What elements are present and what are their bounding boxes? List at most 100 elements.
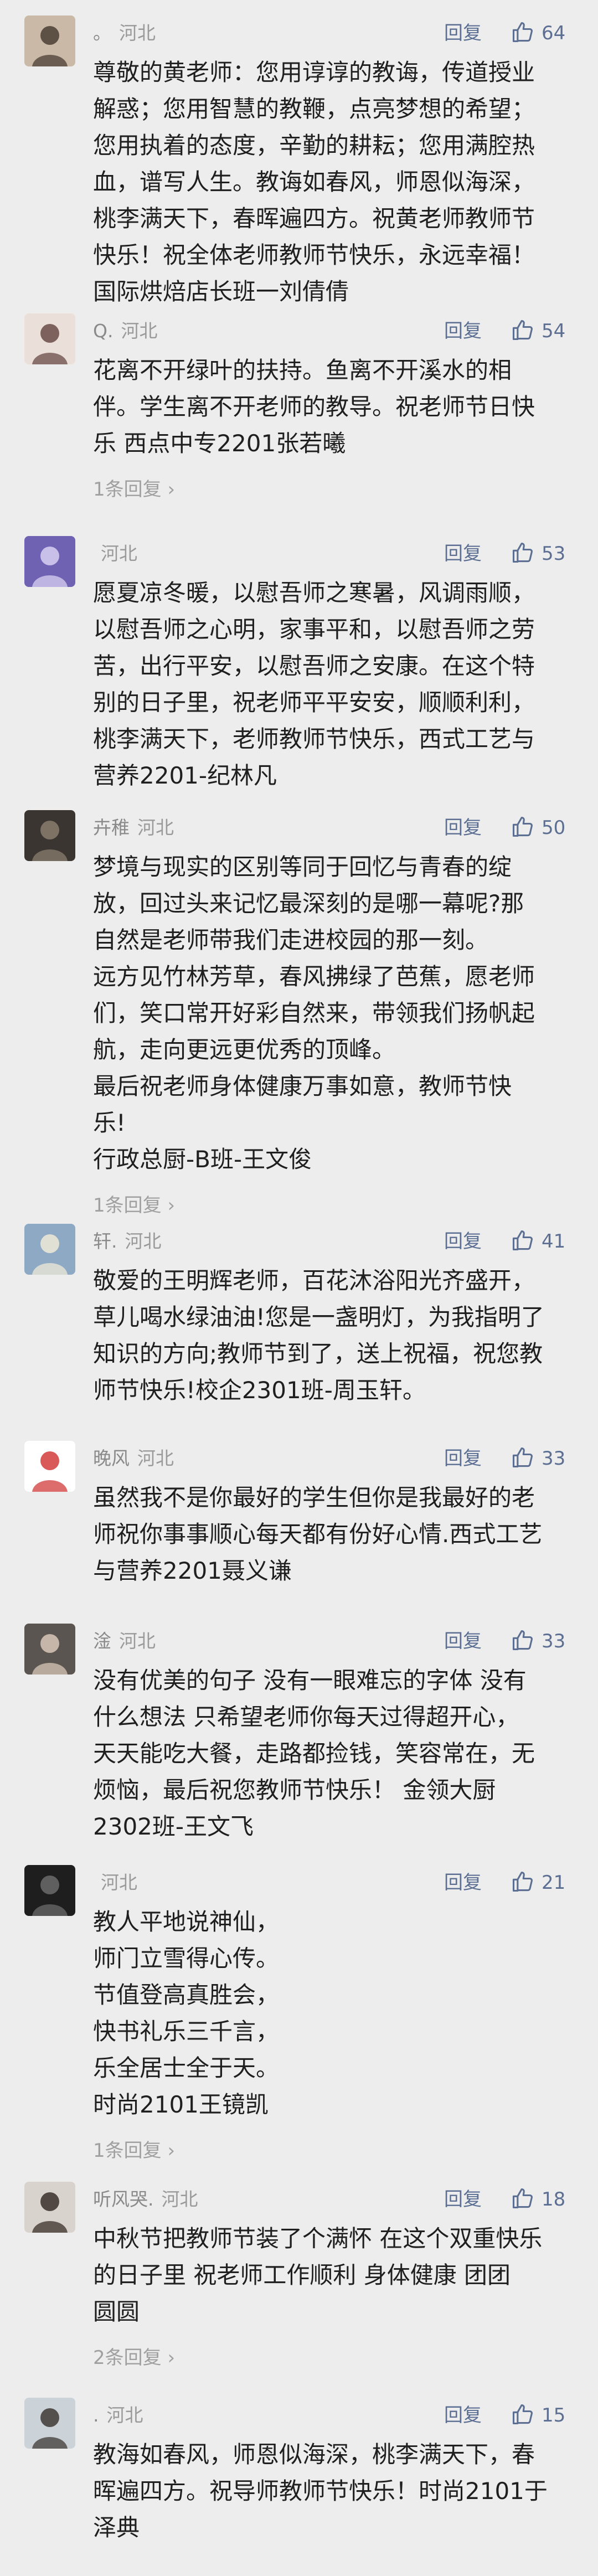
reply-button[interactable]: 回复 [444,315,482,348]
sub-replies-link[interactable]: 2条回复 › [93,2342,175,2369]
like-button[interactable]: 53 [511,536,565,571]
username[interactable]: 淦 [93,1630,111,1652]
like-count: 53 [542,543,566,565]
reply-button[interactable]: 回复 [444,17,482,50]
thumbs-up-icon [511,540,542,567]
reply-button[interactable]: 回复 [444,2399,482,2432]
like-button[interactable]: 64 [511,16,565,51]
comment-line: 梦境与现实的区别等同于回忆与青春的绽 [93,853,512,880]
like-button[interactable]: 50 [511,810,565,846]
comment-meta: 。河北 [93,17,156,50]
reply-button[interactable]: 回复 [444,1442,482,1475]
comment-line: 的日子里 祝老师工作顺利 身体健康 团团 [93,2261,511,2289]
comment-line: 师门立雪得心传。 [93,1945,280,1972]
comment-line: 您用执着的态度，辛勤的耕耘；您用满腔热 [93,132,535,159]
reply-button[interactable]: 回复 [444,811,482,844]
comment-line: 血，谱写人生。教诲如春风，师恩似海深， [93,168,535,195]
comment-line: 时尚2101王镜凯 [93,2091,269,2118]
like-button[interactable]: 33 [511,1624,565,1659]
comment-line: 桃李满天下，老师教师节快乐，西式工艺与 [93,725,535,753]
avatar[interactable] [24,810,75,861]
comment-line: 什么想法 只希望老师你每天过得超开心， [93,1703,519,1730]
sub-replies-link[interactable]: 1条回复 › [93,1190,175,1217]
comment-line: 尊敬的黄老师：您用谆谆的教诲，传道授业 [93,59,535,86]
comment-text: 花离不开绿叶的扶持。鱼离不开溪水的相 伴。学生离不开老师的教导。祝老师节日快乐 西… [93,352,580,462]
comment-line: 虽然我不是你最好的学生但你是我最好的老 [93,1484,535,1511]
comment-line: 晖遍四方。祝导师教师节快乐！时尚2101于 [93,2477,548,2505]
like-button[interactable]: 54 [511,313,565,349]
like-button[interactable]: 21 [511,1865,565,1900]
avatar[interactable] [24,1865,75,1916]
avatar[interactable] [24,536,75,587]
comment-line: 师祝你事事顺心每天都有份好心情.西式工艺 [93,1521,543,1548]
comment-line: 解惑；您用智慧的教鞭，点亮梦想的希望； [93,95,535,122]
comment-line: 天天能吃大餐，走路都捡钱，笑容常在，无 [93,1740,535,1767]
avatar[interactable] [24,16,75,66]
comment-line: 远方见竹林芳草，春风拂绿了芭蕉，愿老师 [93,963,535,990]
comment-meta: 轩. 河北 [93,1225,162,1258]
like-count: 18 [542,2188,566,2211]
comment-line: 敬爱的王明辉老师，百花沐浴阳光齐盛开， [93,1267,535,1294]
comment-line: 中秋节把教师节装了个满怀 在这个双重快乐 [93,2225,543,2252]
reply-button[interactable]: 回复 [444,537,482,570]
reply-button[interactable]: 回复 [444,1625,482,1658]
reply-button[interactable]: 回复 [444,2183,482,2216]
comment-meta: Q. 河北 [93,315,157,348]
reply-button[interactable]: 回复 [444,1225,482,1258]
location-label: 河北 [101,1872,137,1893]
username[interactable]: 轩. [93,1230,117,1252]
comment-line: 航，走向更远更优秀的顶峰。 [93,1036,396,1063]
comment-text: 教人平地说神仙， 师门立雪得心传。 节值登高真胜会， 快书礼乐三千言， 乐全居士全于天。… [93,1904,580,2123]
sub-replies-link[interactable]: 1条回复 › [93,474,175,501]
comment-line: 节值登高真胜会， [93,1981,280,2008]
like-button[interactable]: 15 [511,2398,565,2433]
comment-meta: 卉稚 河北 [93,811,174,844]
like-count: 33 [542,1447,566,1470]
comment-line: 们，笑口常开好彩自然来，带领我们扬帆起 [93,1000,535,1027]
comment-text: 虽然我不是你最好的学生但你是我最好的老 师祝你事事顺心每天都有份好心情.西式工艺与… [93,1480,580,1589]
comment-line: 桃李满天下，春晖遍四方。祝黄老师教师节 [93,205,535,232]
location-label: 河北 [119,22,156,44]
location-label: 河北 [137,1447,174,1469]
thumbs-up-icon [511,1628,542,1655]
sub-replies-link[interactable]: 1条回复 › [93,2135,175,2162]
thumbs-up-icon [511,2186,542,2213]
comment-line: 与营养2201聂义谦 [93,1557,292,1584]
like-count: 54 [542,320,566,342]
comment-text: 没有优美的句子 没有一眼难忘的字体 没有 什么想法 只希望老师你每天过得超开心， 天… [93,1662,580,1845]
username[interactable]: 卉稚 [93,817,130,838]
avatar[interactable] [24,313,75,364]
thumbs-up-icon [511,318,542,344]
like-button[interactable]: 33 [511,1441,565,1476]
comment-line: 以慰吾师之心明，家事平和，以慰吾师之劳 [93,616,535,643]
avatar[interactable] [24,1624,75,1675]
location-label: 河北 [161,2188,198,2210]
comment-line: 最后祝老师身体健康万事如意，教师节快 [93,1073,512,1100]
avatar[interactable] [24,2398,75,2449]
location-label: 河北 [101,543,137,564]
username[interactable]: 听风哭. [93,2188,154,2210]
like-count: 15 [542,2404,566,2426]
avatar[interactable] [24,1224,75,1275]
username[interactable]: 晚风 [93,1447,130,1469]
comment-text: 教海如春风，师恩似海深，桃李满天下，春 晖遍四方。祝导师教师节快乐！时尚2101于… [93,2436,580,2546]
username[interactable]: . [93,2404,99,2426]
like-count: 64 [542,22,566,44]
avatar[interactable] [24,2182,75,2233]
comment-line: 乐全居士全于天。 [93,2054,280,2082]
comment-line: 草儿喝水绿油油!您是一盏明灯，为我指明了 [93,1304,544,1331]
comment-text: 梦境与现实的区别等同于回忆与青春的绽 放，回过头来记忆最深刻的是哪一幕呢?那 自然是… [93,849,580,1178]
location-label: 河北 [119,1630,156,1652]
username[interactable]: 。 [93,22,111,44]
username[interactable]: Q. [93,320,113,342]
like-button[interactable]: 41 [511,1224,565,1259]
comment-line: 快乐！祝全体老师教师节快乐，永远幸福！ [93,241,535,269]
like-button[interactable]: 18 [511,2182,565,2217]
avatar[interactable] [24,1441,75,1492]
comment-meta: 河北 [93,1866,137,1899]
comment-line: 快书礼乐三千言， [93,2018,280,2045]
comment-line: 烦恼，最后祝您教师节快乐！ 金领大厨 [93,1776,496,1804]
comment-text: 敬爱的王明辉老师，百花沐浴阳光齐盛开， 草儿喝水绿油油!您是一盏明灯，为我指明了知… [93,1263,580,1409]
reply-button[interactable]: 回复 [444,1866,482,1899]
location-label: 河北 [137,817,174,838]
